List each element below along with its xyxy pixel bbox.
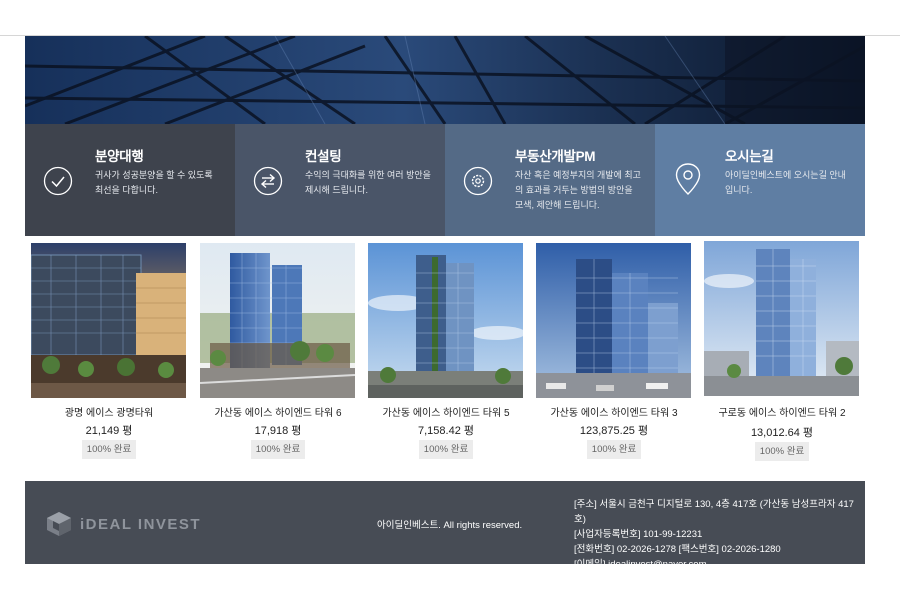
project-name[interactable]: 가산동 에이스 하이엔드 타워 6 <box>194 404 362 419</box>
exchange-arrows-icon <box>253 166 283 196</box>
service-title: 오시는길 <box>725 149 774 164</box>
company-logo[interactable]: iDEAL INVEST <box>45 510 201 538</box>
hero-banner <box>25 36 865 124</box>
project-gallery: 광명 에이스 광명타워 21,149 평 100% 완료 가산동 에이스 하이엔… <box>25 240 865 470</box>
project-card[interactable]: 가산동 에이스 하이엔드 타워 5 7,158.42 평 100% 완료 <box>362 240 523 465</box>
logo-wordmark: iDEAL INVEST <box>80 515 202 533</box>
project-image[interactable] <box>704 241 859 396</box>
project-size: 13,012.64 평 <box>750 427 814 439</box>
project-status-badge: 100% 완료 <box>419 440 473 459</box>
project-status-badge: 100% 완료 <box>251 440 305 459</box>
service-description: 아이딜인베스트에 오시는길 안내입니다. <box>725 170 846 195</box>
check-circle-icon <box>43 166 73 196</box>
project-size: 17,918 평 <box>254 425 302 437</box>
project-image[interactable] <box>31 243 186 398</box>
project-size: 123,875.25 평 <box>579 425 649 437</box>
company-info: [주소] 서울시 금천구 디지털로 130, 4층 417호 (가산동 남성프라… <box>574 497 865 572</box>
project-status-badge: 100% 완료 <box>755 442 809 461</box>
service-title: 분양대행 <box>95 149 144 164</box>
project-name[interactable]: 구로동 에이스 하이엔드 타워 2 <box>698 404 866 419</box>
project-size: 21,149 평 <box>85 425 133 437</box>
service-development-pm[interactable]: 부동산개발PM 자산 혹은 예정부지의 개발에 최고의 효과를 거두는 방법의 … <box>445 124 655 236</box>
map-pin-icon <box>675 163 701 195</box>
service-consulting[interactable]: 컨설팅 수익의 극대화를 위한 여러 방안을 제시해 드립니다. <box>235 124 445 236</box>
cube-logo-icon <box>47 512 71 536</box>
service-directions[interactable]: 오시는길 아이딜인베스트에 오시는길 안내입니다. <box>655 124 865 236</box>
project-name[interactable]: 광명 에이스 광명타워 <box>25 404 193 419</box>
service-description: 귀사가 성공분양을 할 수 있도록 최선을 다합니다. <box>95 170 213 195</box>
project-image[interactable] <box>200 243 355 398</box>
service-title: 부동산개발PM <box>515 149 596 164</box>
project-image[interactable] <box>368 243 523 398</box>
project-card[interactable]: 구로동 에이스 하이엔드 타워 2 13,012.64 평 100% 완료 <box>698 240 859 465</box>
footer: iDEAL INVEST 아이딜인베스트. All rights reserve… <box>25 481 865 570</box>
phone-fax-line: [전화번호] 02-2026-1278 [팩스번호] 02-2026-1280 <box>574 544 781 555</box>
project-status-badge: 100% 완료 <box>82 440 136 459</box>
email-line[interactable]: [이메일] idealinvest@naver.com <box>574 557 865 572</box>
service-description: 자산 혹은 예정부지의 개발에 최고의 효과를 거두는 방법의 방안을 모색, … <box>515 170 641 210</box>
address-line: [주소] 서울시 금천구 디지털로 130, 4층 417호 (가산동 남성프라… <box>574 499 854 525</box>
service-title: 컨설팅 <box>305 149 342 164</box>
services-row: 분양대행 귀사가 성공분양을 할 수 있도록 최선을 다합니다. 컨설팅 수익의… <box>25 124 865 236</box>
project-card[interactable]: 가산동 에이스 하이엔드 타워 3 123,875.25 평 100% 완료 <box>530 240 691 465</box>
service-description: 수익의 극대화를 위한 여러 방안을 제시해 드립니다. <box>305 170 431 195</box>
project-name[interactable]: 가산동 에이스 하이엔드 타워 5 <box>362 404 530 419</box>
service-sales-agency[interactable]: 분양대행 귀사가 성공분양을 할 수 있도록 최선을 다합니다. <box>25 124 235 236</box>
copyright-text: 아이딜인베스트. All rights reserved. <box>377 520 523 531</box>
project-name[interactable]: 가산동 에이스 하이엔드 타워 3 <box>530 404 698 419</box>
hero-skyscraper-image <box>25 36 865 124</box>
project-card[interactable]: 가산동 에이스 하이엔드 타워 6 17,918 평 100% 완료 <box>194 240 355 465</box>
project-status-badge: 100% 완료 <box>587 440 641 459</box>
project-card[interactable]: 광명 에이스 광명타워 21,149 평 100% 완료 <box>25 240 186 465</box>
gear-circle-icon <box>463 166 493 196</box>
project-size: 7,158.42 평 <box>418 425 474 437</box>
business-number-line: [사업자등록번호] 101-99-12231 <box>574 529 703 540</box>
project-image[interactable] <box>536 243 691 398</box>
